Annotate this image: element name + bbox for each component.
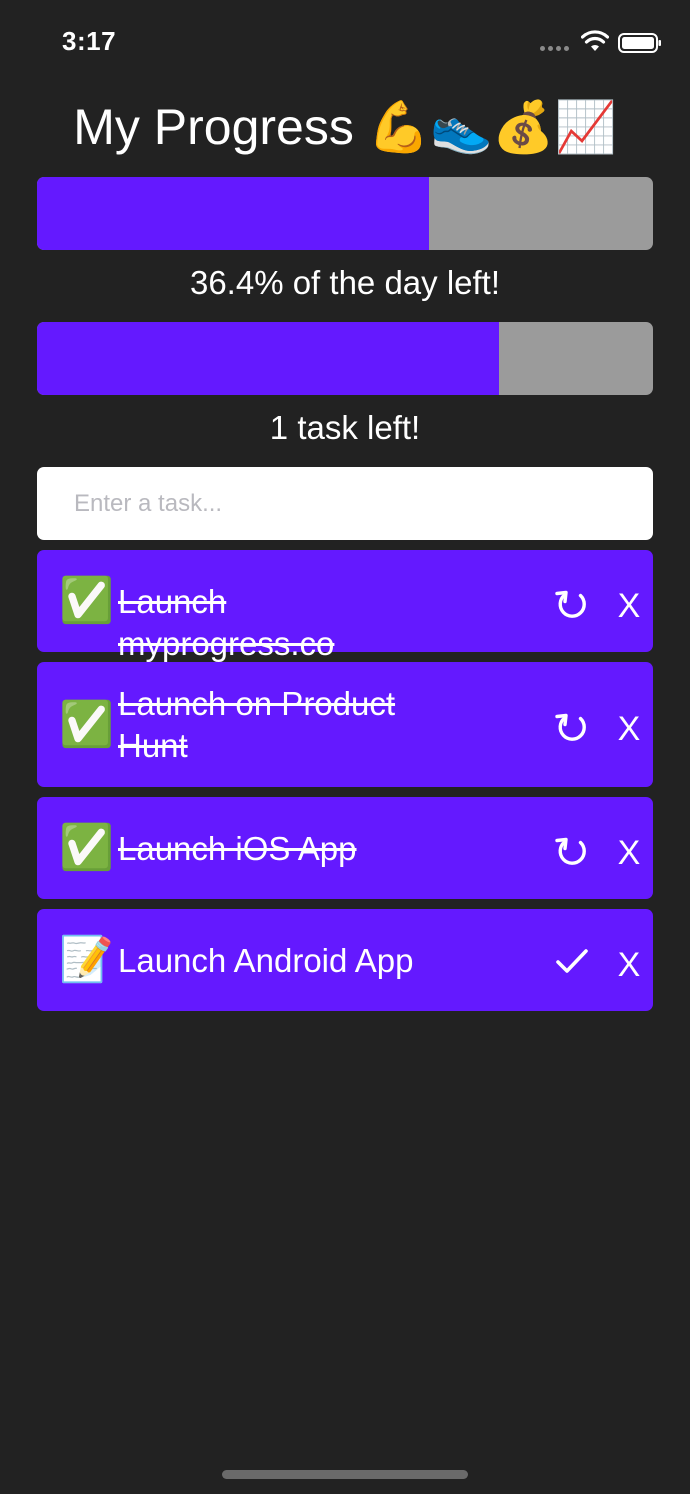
memo-icon: 📝 [59, 935, 114, 984]
task-item: ✅ Launch iOS App X [37, 797, 653, 899]
check-mark-button-icon: ✅ [59, 823, 114, 872]
task-text: Launch iOS App [118, 830, 357, 867]
task-item: ✅ Launch myprogress.co X [37, 550, 653, 662]
day-progress-bar [37, 177, 653, 250]
undo-icon[interactable] [552, 832, 592, 872]
task-text: Launch myprogress.co [118, 583, 335, 662]
task-item: 📝 Launch Android App X [37, 909, 653, 1011]
status-bar: 3:17 [0, 0, 690, 84]
check-mark-button-icon: ✅ [59, 576, 114, 625]
delete-task-button[interactable]: X [612, 945, 646, 985]
task-input[interactable] [37, 467, 653, 540]
undo-icon[interactable] [552, 708, 592, 748]
task-text: Launch Android App [118, 942, 414, 979]
battery-icon [618, 33, 661, 53]
check-mark-button-icon: ✅ [59, 700, 114, 749]
undo-icon[interactable] [552, 585, 592, 625]
home-indicator[interactable] [222, 1470, 468, 1479]
task-item: ✅ Launch on Product Hunt X [37, 662, 653, 787]
status-time: 3:17 [62, 26, 117, 56]
delete-task-button[interactable]: X [612, 709, 646, 749]
delete-task-button[interactable]: X [612, 586, 646, 626]
page-title: My Progress 💪👟💰📈 [73, 99, 617, 155]
task-progress-fill [37, 322, 499, 395]
task-progress-label: 1 task left! [269, 409, 421, 446]
day-progress-fill [37, 177, 429, 250]
delete-task-button[interactable]: X [612, 833, 646, 873]
cellular-signal-icon [540, 46, 574, 52]
task-progress-bar [37, 322, 653, 395]
wifi-icon [581, 30, 609, 51]
checkmark-icon[interactable] [552, 941, 592, 981]
task-text: Launch on Product Hunt [118, 685, 396, 764]
day-progress-label: 36.4% of the day left! [189, 264, 501, 301]
